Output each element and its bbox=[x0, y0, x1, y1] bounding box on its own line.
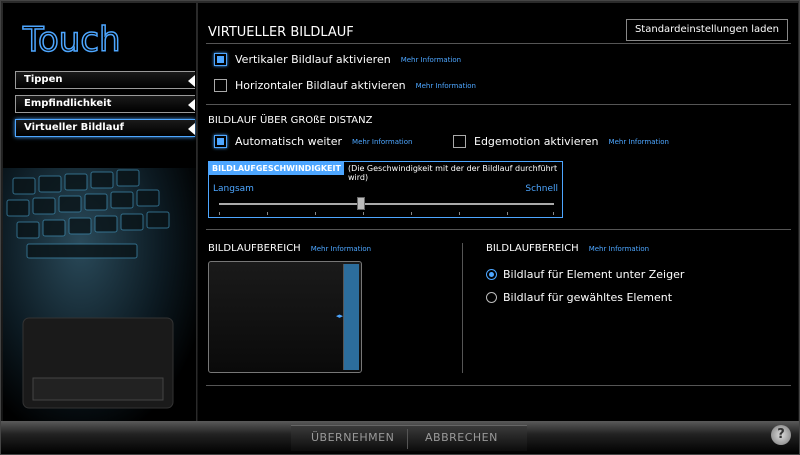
slow-label: Langsam bbox=[213, 184, 254, 194]
svg-text:Touch: Touch bbox=[22, 20, 121, 60]
radio-selected-element[interactable] bbox=[486, 292, 497, 303]
divider bbox=[206, 43, 791, 44]
slider-tick bbox=[507, 212, 508, 215]
speed-description: (Die Geschwindigkeit mit der der Bildlau… bbox=[347, 164, 558, 182]
apply-button[interactable]: ÜBERNEHMEN bbox=[311, 431, 394, 444]
slider-tick bbox=[267, 212, 268, 215]
divider bbox=[206, 229, 791, 230]
radio-selected-row: Bildlauf für gewähltes Element bbox=[486, 291, 672, 304]
vertical-divider bbox=[462, 243, 463, 373]
sidebar-item-label: Tippen bbox=[24, 74, 63, 85]
sidebar-item-label: Empfindlichkeit bbox=[24, 98, 112, 109]
footer-bar: ÜBERNEHMEN ABBRECHEN ? bbox=[1, 421, 799, 454]
auto-continue-row: Automatisch weiter Mehr Information bbox=[214, 135, 412, 148]
radio-selected-label: Bildlauf für gewähltes Element bbox=[503, 291, 673, 304]
divider bbox=[206, 104, 791, 105]
slider-tick bbox=[553, 212, 554, 215]
app-window: Touch Tippen Empfindlichkeit Virtueller … bbox=[0, 0, 800, 455]
help-icon[interactable]: ? bbox=[771, 425, 791, 445]
scroll-area-right-title: BILDLAUFBEREICH bbox=[486, 243, 579, 254]
auto-continue-checkbox[interactable] bbox=[214, 135, 227, 148]
sidebar-item-virtueller-bildlauf[interactable]: Virtueller Bildlauf bbox=[15, 119, 195, 137]
slider-tick bbox=[219, 212, 220, 215]
main-panel: VIRTUELLER BILDLAUF Standardeinstellunge… bbox=[198, 3, 798, 421]
speed-slider-track[interactable] bbox=[219, 203, 554, 205]
slider-tick bbox=[411, 212, 412, 215]
fast-label: Schnell bbox=[525, 184, 558, 194]
load-defaults-button[interactable]: Standardeinstellungen laden bbox=[625, 19, 788, 41]
sidebar-item-tippen[interactable]: Tippen bbox=[15, 71, 195, 89]
vertical-scroll-row: Vertikaler Bildlauf aktivieren Mehr Info… bbox=[214, 53, 461, 66]
touchpad-preview: ◂▸ bbox=[208, 261, 362, 373]
arrow-left-icon bbox=[188, 123, 195, 135]
speed-title: BILDLAUFGESCHWINDIGKEIT bbox=[209, 162, 344, 175]
button-separator bbox=[407, 429, 408, 449]
radio-under-pointer-label: Bildlauf für Element unter Zeiger bbox=[503, 268, 685, 281]
edgemotion-row: Edgemotion aktivieren Mehr Information bbox=[453, 135, 669, 148]
scroll-area-title: BILDLAUFBEREICH bbox=[208, 243, 301, 254]
resize-arrows-icon[interactable]: ◂▸ bbox=[336, 312, 343, 320]
footer-button-group: ÜBERNEHMEN ABBRECHEN bbox=[291, 425, 527, 451]
more-info-link[interactable]: Mehr Information bbox=[401, 56, 461, 64]
touch-logo: Touch bbox=[17, 15, 189, 63]
horizontal-scroll-checkbox[interactable] bbox=[214, 79, 227, 92]
long-distance-title: BILDLAUF ÜBER GROßE DISTANZ bbox=[208, 115, 373, 126]
edgemotion-label: Edgemotion aktivieren bbox=[474, 135, 599, 148]
cancel-button[interactable]: ABBRECHEN bbox=[425, 431, 498, 444]
arrow-left-icon bbox=[188, 99, 195, 111]
more-info-link[interactable]: Mehr Information bbox=[589, 245, 649, 253]
sidebar-item-empfindlichkeit[interactable]: Empfindlichkeit bbox=[15, 95, 195, 113]
vertical-scroll-checkbox[interactable] bbox=[214, 53, 227, 66]
arrow-left-icon bbox=[188, 75, 195, 87]
scroll-area-right-header: BILDLAUFBEREICH Mehr Information bbox=[486, 243, 649, 254]
slider-tick bbox=[315, 212, 316, 215]
edgemotion-checkbox[interactable] bbox=[453, 135, 466, 148]
scroll-zone-strip[interactable] bbox=[343, 264, 359, 370]
horizontal-scroll-label: Horizontaler Bildlauf aktivieren bbox=[235, 79, 406, 92]
slider-tick bbox=[363, 212, 364, 215]
speed-slider-thumb[interactable] bbox=[357, 197, 366, 210]
horizontal-scroll-row: Horizontaler Bildlauf aktivieren Mehr In… bbox=[214, 79, 476, 92]
vertical-scroll-label: Vertikaler Bildlauf aktivieren bbox=[235, 53, 391, 66]
divider bbox=[206, 385, 791, 386]
more-info-link[interactable]: Mehr Information bbox=[311, 245, 371, 253]
keyboard-image bbox=[3, 168, 196, 421]
sidebar: Touch Tippen Empfindlichkeit Virtueller … bbox=[3, 3, 197, 421]
scroll-area-header: BILDLAUFBEREICH Mehr Information bbox=[208, 243, 371, 254]
more-info-link[interactable]: Mehr Information bbox=[416, 82, 476, 90]
more-info-link[interactable]: Mehr Information bbox=[609, 138, 669, 146]
radio-under-pointer-row: Bildlauf für Element unter Zeiger bbox=[486, 268, 684, 281]
radio-under-pointer[interactable] bbox=[486, 269, 497, 280]
speed-slider-box: BILDLAUFGESCHWINDIGKEIT (Die Geschwindig… bbox=[208, 161, 563, 218]
slider-tick bbox=[459, 212, 460, 215]
more-info-link[interactable]: Mehr Information bbox=[352, 138, 412, 146]
auto-continue-label: Automatisch weiter bbox=[235, 135, 343, 148]
page-title: VIRTUELLER BILDLAUF bbox=[208, 25, 354, 40]
sidebar-item-label: Virtueller Bildlauf bbox=[24, 122, 124, 133]
